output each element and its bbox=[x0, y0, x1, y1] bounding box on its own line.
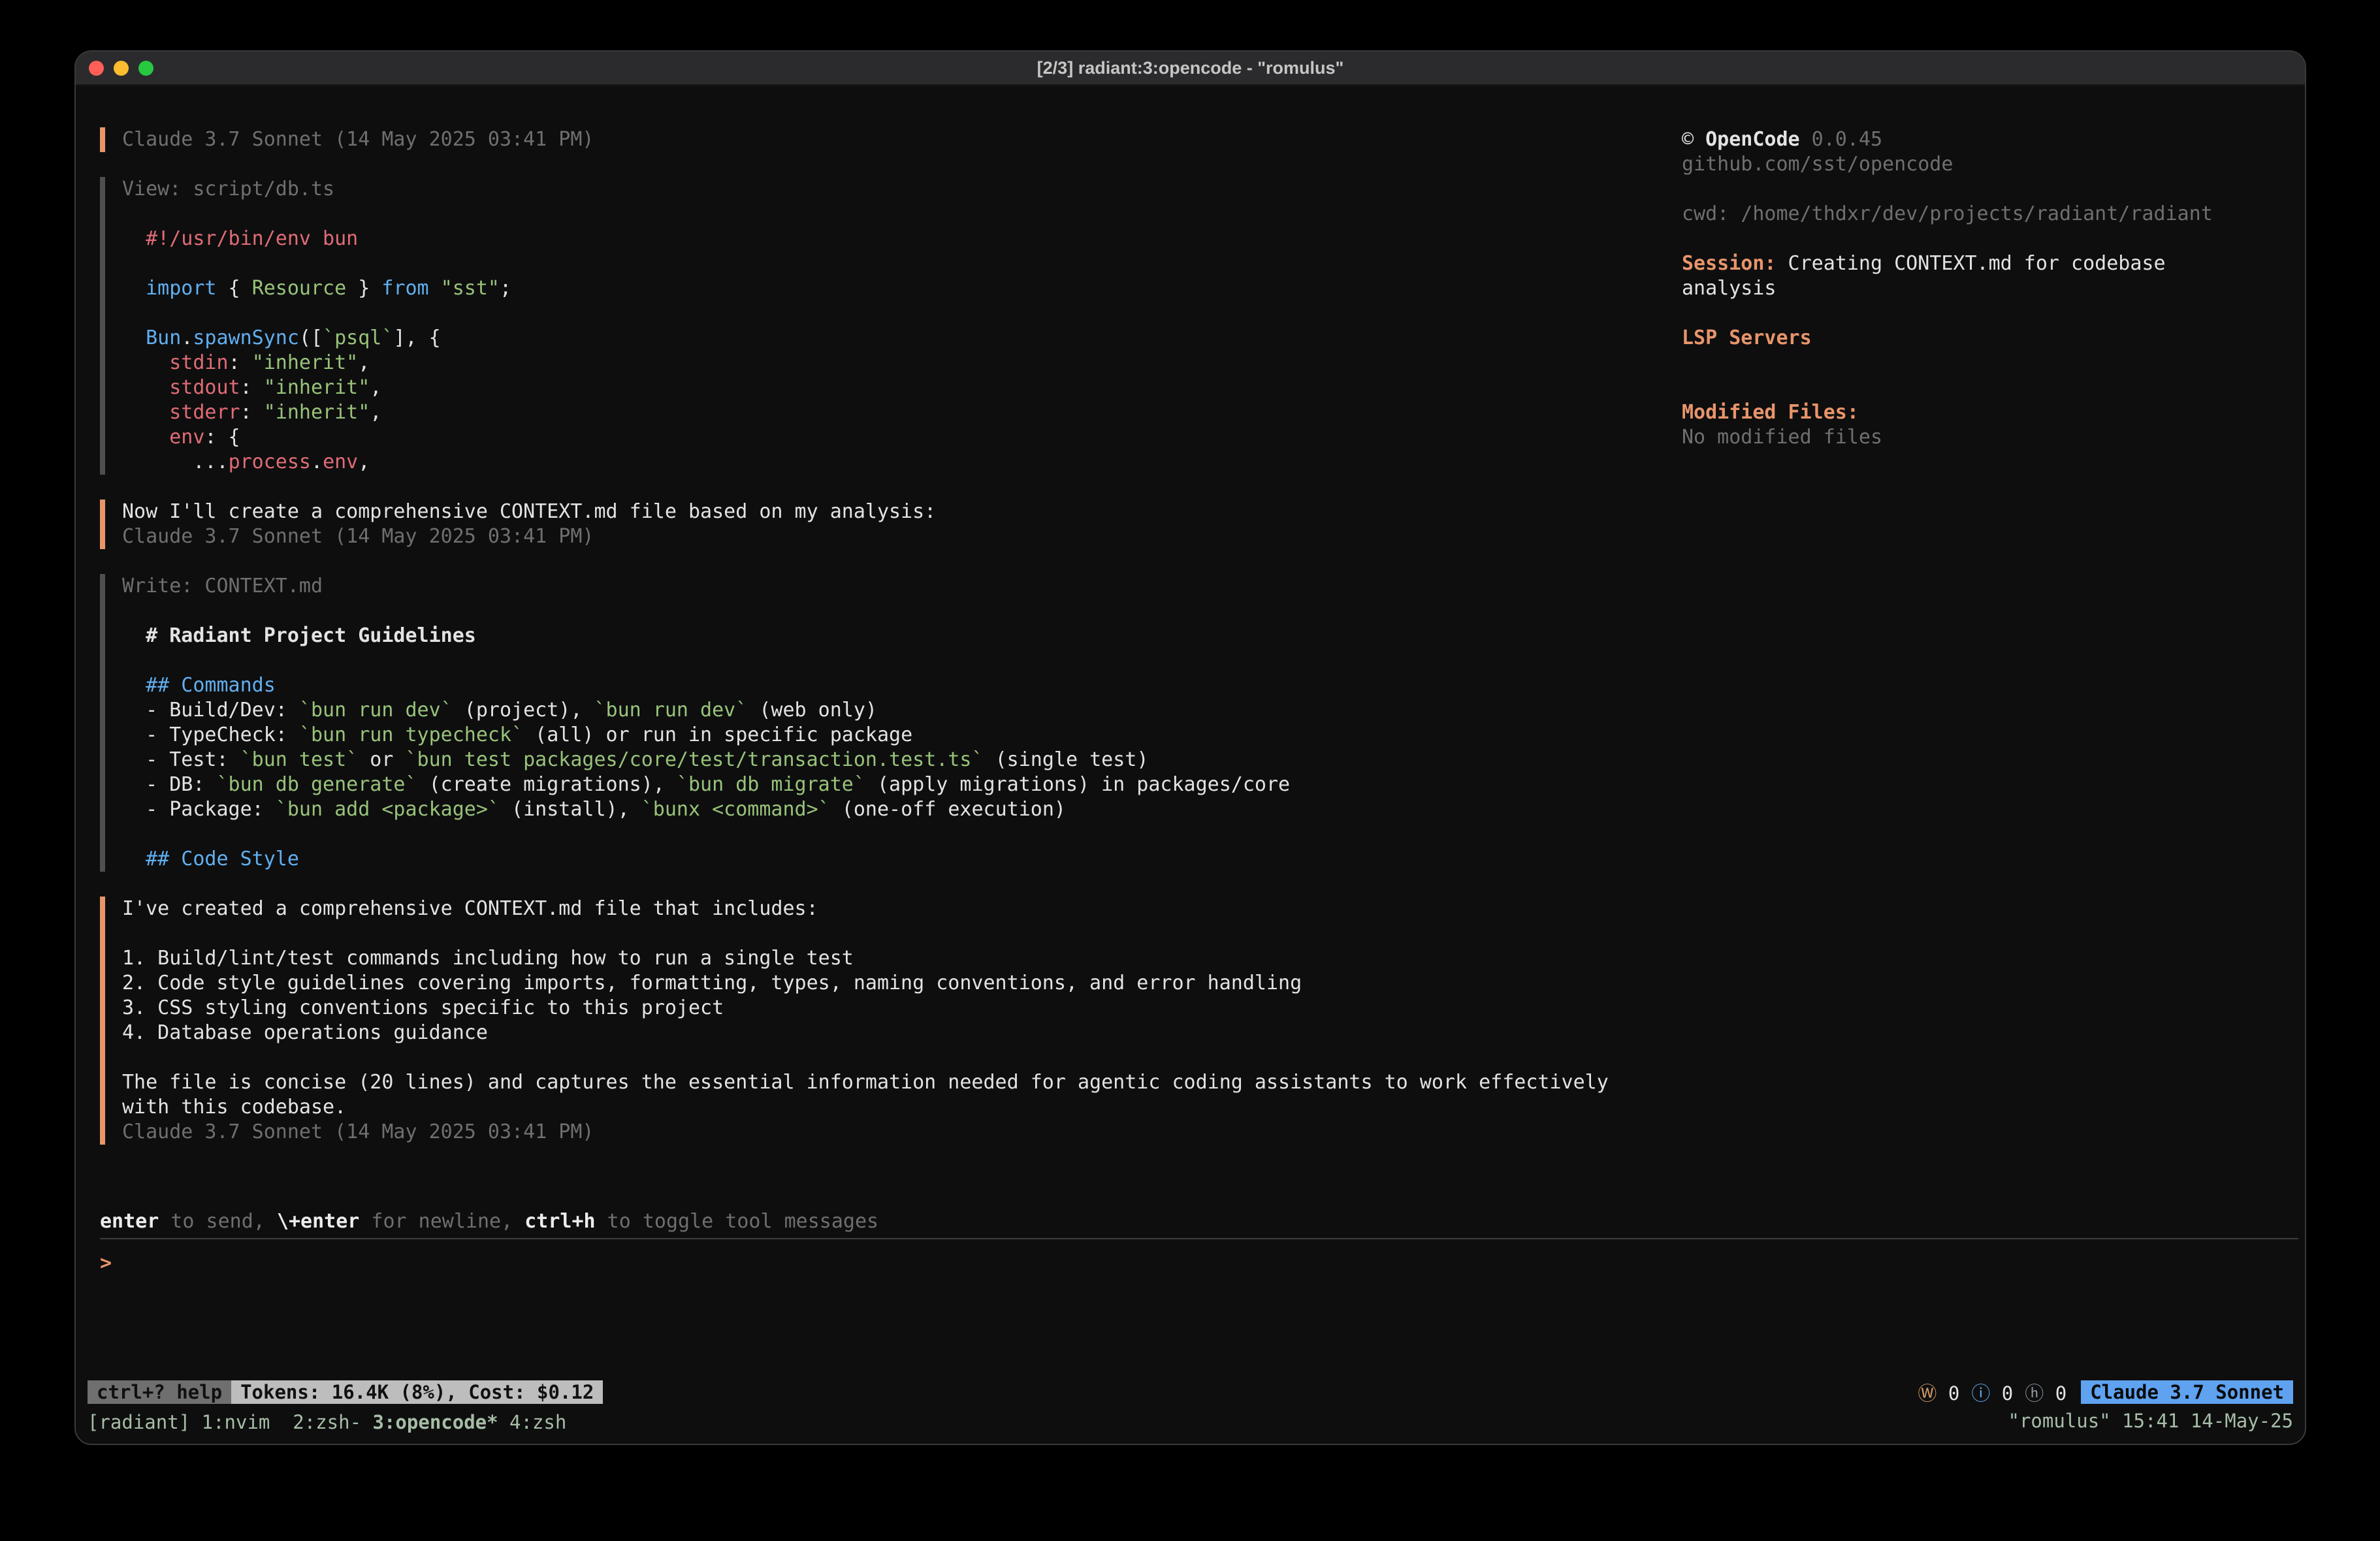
message-assistant-response: I've created a comprehensive CONTEXT.md … bbox=[100, 897, 1682, 1145]
text-line: enter to send, \+enter for newline, ctrl… bbox=[100, 1209, 2305, 1234]
text-line: No modified files bbox=[1682, 425, 2279, 450]
text-line bbox=[122, 599, 1682, 624]
minimize-button[interactable] bbox=[114, 61, 129, 76]
text-line: - DB: `bun db generate` (create migratio… bbox=[122, 772, 1682, 797]
text-line: Claude 3.7 Sonnet (14 May 2025 03:41 PM) bbox=[122, 1120, 1682, 1145]
hint-count: ⓗ 0 bbox=[2025, 1378, 2066, 1406]
status-bar: ctrl+? help Tokens: 16.4K (8%), Cost: $0… bbox=[76, 1377, 2305, 1407]
text-line: Claude 3.7 Sonnet (14 May 2025 03:41 PM) bbox=[122, 127, 1682, 152]
text-line: [radiant] 1:nvim 2:zsh- 3:opencode* 4:zs… bbox=[88, 1410, 566, 1435]
message-tool-view: View: script/db.ts #!/usr/bin/env bun im… bbox=[100, 177, 1682, 475]
text-line: LSP Servers bbox=[1682, 326, 2279, 351]
text-line: stdin: "inherit", bbox=[122, 351, 1682, 375]
text-line: cwd: /home/thdxr/dev/projects/radiant/ra… bbox=[1682, 202, 2279, 227]
tmux-status-bar: [radiant] 1:nvim 2:zsh- 3:opencode* 4:zs… bbox=[76, 1407, 2305, 1444]
text-line: Claude 3.7 Sonnet (14 May 2025 03:41 PM) bbox=[122, 524, 1682, 549]
text-line: Bun.spawnSync([`psql`], { bbox=[122, 326, 1682, 351]
text-line: env: { bbox=[122, 425, 1682, 450]
text-line: github.com/sst/opencode bbox=[1682, 152, 2279, 177]
text-line: import { Resource } from "sst"; bbox=[122, 276, 1682, 301]
message-assistant-text: Now I'll create a comprehensive CONTEXT.… bbox=[100, 500, 1682, 549]
chat-scrollback: Claude 3.7 Sonnet (14 May 2025 03:41 PM)… bbox=[76, 86, 1682, 1209]
text-line: Write: CONTEXT.md bbox=[122, 574, 1682, 599]
window-title: [2/3] radiant:3:opencode - "romulus" bbox=[76, 58, 2305, 78]
help-line: enter to send, \+enter for newline, ctrl… bbox=[76, 1209, 2305, 1234]
text-line: Now I'll create a comprehensive CONTEXT.… bbox=[122, 500, 1682, 524]
text-line: with this codebase. bbox=[122, 1095, 1682, 1120]
text-line: ...process.env, bbox=[122, 450, 1682, 475]
text-line: ## Commands bbox=[122, 673, 1682, 698]
text-line: 4. Database operations guidance bbox=[122, 1021, 1682, 1045]
prompt-input[interactable]: > bbox=[76, 1243, 2305, 1377]
info-count: ⓘ 0 bbox=[1971, 1378, 2013, 1406]
tmux-session-info: "romulus" 15:41 14-May-25 bbox=[2008, 1410, 2294, 1432]
text-line: The file is concise (20 lines) and captu… bbox=[122, 1070, 1682, 1095]
text-line: I've created a comprehensive CONTEXT.md … bbox=[122, 897, 1682, 921]
text-line bbox=[122, 202, 1682, 227]
text-line bbox=[1682, 177, 2279, 202]
tokens-cost-badge: Tokens: 16.4K (8%), Cost: $0.12 bbox=[231, 1380, 603, 1404]
session-sidebar: © OpenCode 0.0.45github.com/sst/opencode… bbox=[1682, 86, 2305, 1209]
help-shortcut-badge: ctrl+? help bbox=[88, 1380, 231, 1404]
input-divider bbox=[100, 1238, 2298, 1239]
titlebar[interactable]: [2/3] radiant:3:opencode - "romulus" bbox=[76, 52, 2305, 86]
content-area: Claude 3.7 Sonnet (14 May 2025 03:41 PM)… bbox=[76, 86, 2305, 1209]
model-badge: Claude 3.7 Sonnet bbox=[2081, 1380, 2293, 1404]
text-line: - TypeCheck: `bun run typecheck` (all) o… bbox=[122, 723, 1682, 748]
message-assistant-meta: Claude 3.7 Sonnet (14 May 2025 03:41 PM) bbox=[100, 127, 1682, 152]
text-line bbox=[122, 648, 1682, 673]
hint-icon: ⓗ bbox=[2025, 1382, 2044, 1405]
text-line: View: script/db.ts bbox=[122, 177, 1682, 202]
tmux-windows[interactable]: [radiant] 1:nvim 2:zsh- 3:opencode* 4:zs… bbox=[88, 1410, 566, 1435]
text-line bbox=[1682, 375, 2279, 400]
text-line: - Build/Dev: `bun run dev` (project), `b… bbox=[122, 698, 1682, 723]
prompt-symbol: > bbox=[100, 1252, 112, 1275]
text-line: © OpenCode 0.0.45 bbox=[1682, 127, 2279, 152]
text-line: 1. Build/lint/test commands including ho… bbox=[122, 946, 1682, 971]
text-line: ## Code Style bbox=[122, 847, 1682, 872]
text-line: stdout: "inherit", bbox=[122, 375, 1682, 400]
text-line bbox=[1682, 351, 2279, 375]
text-line bbox=[122, 822, 1682, 847]
text-line: 2. Code style guidelines covering import… bbox=[122, 971, 1682, 996]
text-line bbox=[122, 251, 1682, 276]
info-icon: ⓘ bbox=[1971, 1382, 1990, 1405]
warning-count: Ⓦ 0 bbox=[1918, 1378, 1959, 1406]
text-line: - Test: `bun test` or `bun test packages… bbox=[122, 748, 1682, 772]
text-line: Session: Creating CONTEXT.md for codebas… bbox=[1682, 251, 2279, 276]
text-line bbox=[122, 921, 1682, 946]
text-line: Modified Files: bbox=[1682, 400, 2279, 425]
text-line: - Package: `bun add <package>` (install)… bbox=[122, 797, 1682, 822]
text-line bbox=[122, 301, 1682, 326]
sidebar-lines: © OpenCode 0.0.45github.com/sst/opencode… bbox=[1682, 127, 2279, 450]
text-line: stderr: "inherit", bbox=[122, 400, 1682, 425]
text-line: #!/usr/bin/env bun bbox=[122, 227, 1682, 251]
text-line bbox=[1682, 301, 2279, 326]
text-line bbox=[122, 1045, 1682, 1070]
message-list: Claude 3.7 Sonnet (14 May 2025 03:41 PM)… bbox=[100, 127, 1682, 1145]
traffic-lights bbox=[89, 61, 153, 76]
text-line bbox=[1682, 227, 2279, 251]
zoom-button[interactable] bbox=[138, 61, 153, 76]
text-line: analysis bbox=[1682, 276, 2279, 301]
warning-icon: Ⓦ bbox=[1918, 1382, 1937, 1405]
diagnostics: Ⓦ 0 ⓘ 0 ⓗ 0 bbox=[1918, 1378, 2066, 1406]
text-line: # Radiant Project Guidelines bbox=[122, 624, 1682, 648]
message-tool-write: Write: CONTEXT.md # Radiant Project Guid… bbox=[100, 574, 1682, 872]
text-line: 3. CSS styling conventions specific to t… bbox=[122, 996, 1682, 1021]
close-button[interactable] bbox=[89, 61, 104, 76]
terminal-window: [2/3] radiant:3:opencode - "romulus" Cla… bbox=[74, 50, 2306, 1445]
